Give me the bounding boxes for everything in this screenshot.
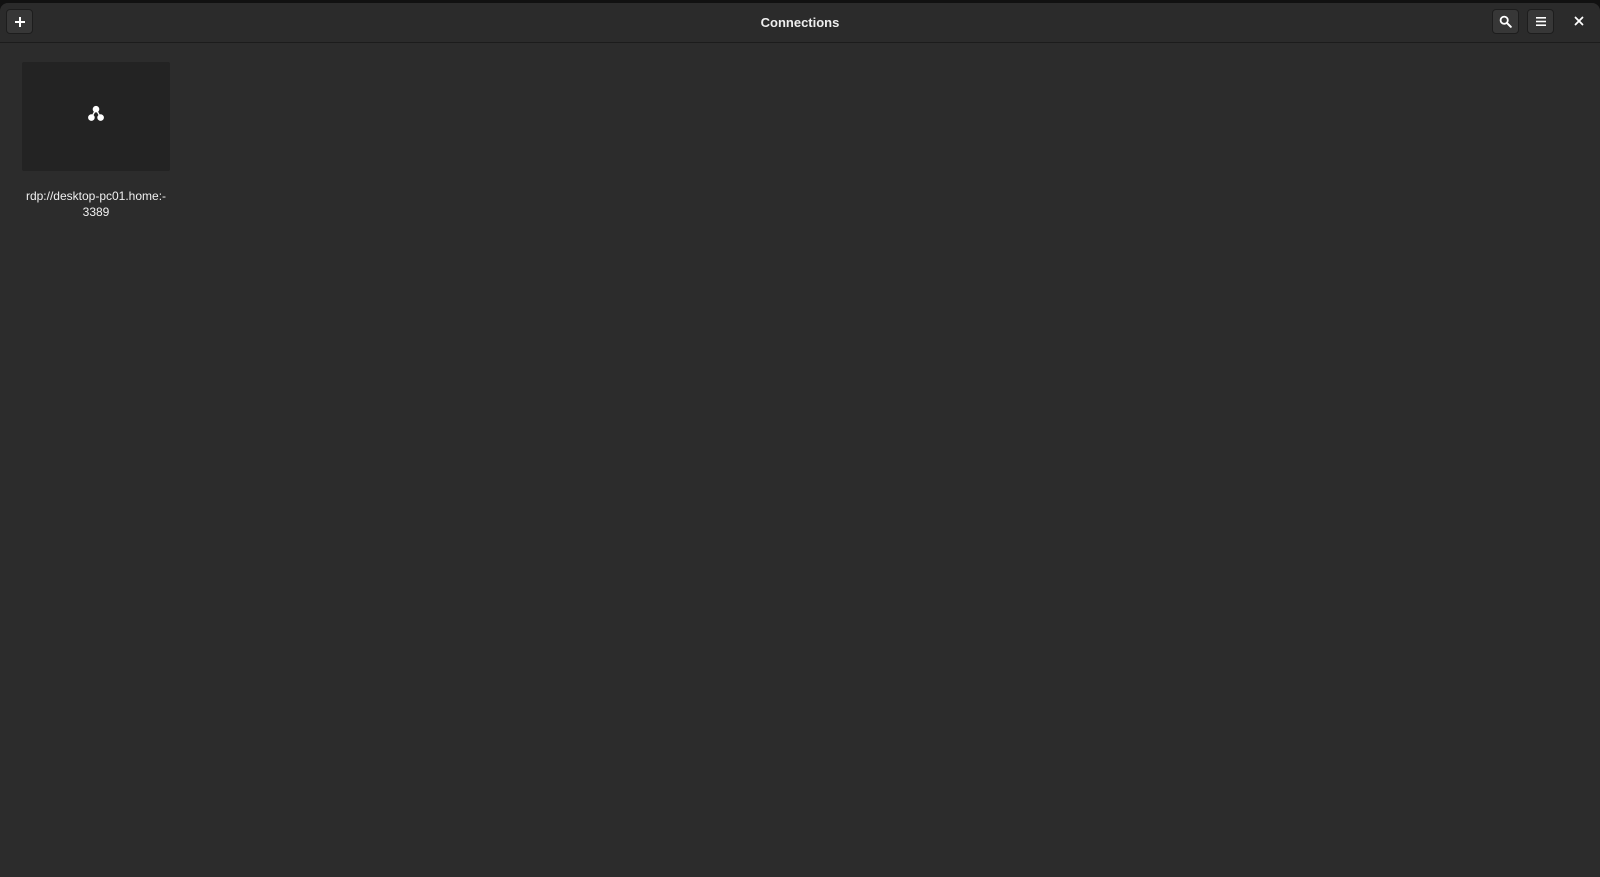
header-bar: Connections bbox=[0, 3, 1600, 43]
remote-desktop-icon bbox=[86, 104, 106, 129]
search-icon bbox=[1499, 15, 1512, 28]
main-menu-button[interactable] bbox=[1527, 9, 1554, 34]
connections-grid: rdp://desktop-pc01.home:- 3389 bbox=[0, 43, 1600, 877]
close-window-button[interactable] bbox=[1566, 9, 1592, 35]
connection-thumbnail[interactable] bbox=[22, 62, 170, 171]
hamburger-menu-icon bbox=[1535, 16, 1547, 27]
window-title: Connections bbox=[760, 15, 840, 30]
search-button[interactable] bbox=[1492, 9, 1519, 34]
connections-window: Connections rdp://desktop-pc01.home:- 33… bbox=[0, 3, 1600, 877]
connection-label: rdp://desktop-pc01.home:- 3389 bbox=[25, 189, 167, 219]
close-icon bbox=[1574, 13, 1584, 31]
